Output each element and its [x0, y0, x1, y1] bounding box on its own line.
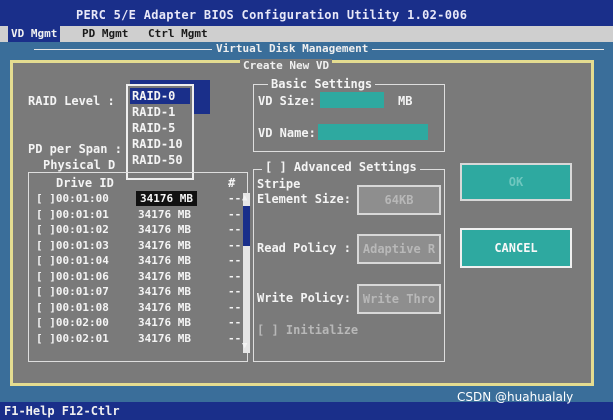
- bios-screen: PERC 5/E Adapter BIOS Configuration Util…: [0, 0, 613, 420]
- drive-id: [ ]00:01:08: [36, 300, 109, 314]
- pd-per-span-label: PD per Span :: [28, 142, 122, 156]
- drive-row[interactable]: [ ]00:01:07 34176 MB --: [36, 284, 246, 299]
- tab-ctrl-mgmt[interactable]: Ctrl Mgmt: [145, 26, 211, 42]
- drive-row[interactable]: [ ]00:01:04 34176 MB --: [36, 253, 246, 268]
- drive-row[interactable]: [ ]00:02:00 34176 MB --: [36, 315, 246, 330]
- drive-id: [ ]00:01:01: [36, 207, 109, 221]
- vdm-title: Virtual Disk Management: [212, 42, 373, 56]
- drive-row[interactable]: [ ]00:01:03 34176 MB --: [36, 238, 246, 253]
- raid-option[interactable]: RAID-0: [130, 88, 190, 104]
- drive-size: 34176 MB: [138, 223, 191, 236]
- vd-size-unit: MB: [398, 94, 413, 108]
- vd-size-input[interactable]: [320, 92, 384, 108]
- drive-id-header: Drive ID: [56, 176, 114, 190]
- initialize-checkbox[interactable]: [ ] Initialize: [257, 323, 358, 337]
- tab-vd-mgmt[interactable]: VD Mgmt: [8, 26, 61, 42]
- ok-button[interactable]: OK: [460, 163, 572, 201]
- drive-span-marker: --: [228, 285, 242, 298]
- drive-id: [ ]00:01:03: [36, 238, 109, 252]
- drive-size: 34176 MB: [138, 269, 191, 283]
- drive-span-marker: --: [228, 331, 242, 345]
- scrollbar-thumb[interactable]: [243, 206, 250, 246]
- tab-pd-mgmt[interactable]: PD Mgmt: [79, 26, 131, 42]
- drive-span-marker: --: [228, 223, 242, 236]
- tab-bar: VD Mgmt PD Mgmt Ctrl Mgmt: [0, 26, 613, 42]
- vd-name-input[interactable]: [318, 124, 428, 140]
- drive-size: 34176 MB: [138, 285, 191, 298]
- basic-settings-title: Basic Settings: [268, 77, 376, 91]
- drive-size: 34176 MB: [138, 300, 191, 314]
- drive-row[interactable]: [ ]00:01:06 34176 MB --: [36, 269, 246, 284]
- drive-row[interactable]: [ ]00:01:01 34176 MB --: [36, 207, 246, 222]
- drive-span-marker: --: [228, 269, 242, 283]
- watermark: CSDN @huahualaly: [457, 390, 574, 404]
- drive-row[interactable]: [ ]00:01:08 34176 MB --: [36, 300, 246, 315]
- drive-size: 34176 MB: [136, 191, 197, 206]
- window-title: PERC 5/E Adapter BIOS Configuration Util…: [76, 8, 468, 22]
- raid-option[interactable]: RAID-50: [132, 152, 183, 168]
- drive-span-marker: --: [228, 238, 242, 252]
- raid-level-label: RAID Level :: [28, 94, 115, 108]
- raid-level-dropdown[interactable]: RAID-0 RAID-1 RAID-5 RAID-10 RAID-50: [126, 84, 194, 180]
- vd-size-label: VD Size:: [258, 94, 316, 108]
- drive-id: [ ]00:01:02: [36, 223, 109, 236]
- cancel-button[interactable]: CANCEL: [460, 228, 572, 268]
- drive-row[interactable]: [ ]00:01:02 34176 MB --: [36, 222, 246, 237]
- drive-span-marker: --: [228, 316, 242, 329]
- drive-id: [ ]00:01:07: [36, 285, 109, 298]
- raid-option[interactable]: RAID-1: [132, 104, 175, 120]
- write-policy-label: Write Policy:: [257, 291, 351, 305]
- drive-span-marker: --: [228, 192, 242, 205]
- drive-size: 34176 MB: [138, 316, 191, 329]
- drive-size: 34176 MB: [138, 207, 191, 221]
- drive-span-marker: --: [228, 207, 242, 221]
- drive-id: [ ]00:01:06: [36, 269, 109, 283]
- read-policy-select[interactable]: Adaptive R: [357, 234, 441, 264]
- drive-span-marker: --: [228, 254, 242, 267]
- physical-disks-title: Physical D: [40, 158, 119, 172]
- write-policy-select[interactable]: Write Thro: [357, 284, 441, 314]
- drive-row[interactable]: [ ]00:01:00 34176 MB --: [36, 191, 246, 206]
- dialog-title: Create New VD: [240, 59, 333, 73]
- drive-id: [ ]00:02:00: [36, 316, 109, 329]
- status-help-text: F1-Help F12-Ctlr: [4, 404, 120, 418]
- hash-header: #: [228, 176, 236, 190]
- scroll-down-icon[interactable]: ▼: [242, 339, 247, 353]
- read-policy-label: Read Policy :: [257, 241, 351, 255]
- advanced-settings-checkbox[interactable]: [ ] Advanced Settings: [262, 160, 420, 174]
- raid-option[interactable]: RAID-5: [132, 120, 175, 136]
- raid-option[interactable]: RAID-10: [132, 136, 183, 152]
- drive-id: [ ]00:01:04: [36, 254, 109, 267]
- scroll-up-icon[interactable]: ▲: [242, 191, 247, 205]
- drive-id: [ ]00:01:00: [36, 192, 109, 205]
- drive-id: [ ]00:02:01: [36, 331, 109, 345]
- drive-row[interactable]: [ ]00:02:01 34176 MB --: [36, 331, 246, 346]
- drive-span-marker: --: [228, 300, 242, 314]
- drive-size: 34176 MB: [138, 331, 191, 345]
- drive-size: 34176 MB: [138, 254, 191, 267]
- drive-size: 34176 MB: [138, 238, 191, 252]
- element-size-label: Element Size:: [257, 192, 351, 206]
- element-size-select[interactable]: 64KB: [357, 185, 441, 215]
- vd-name-label: VD Name:: [258, 126, 316, 140]
- stripe-label: Stripe: [257, 177, 301, 191]
